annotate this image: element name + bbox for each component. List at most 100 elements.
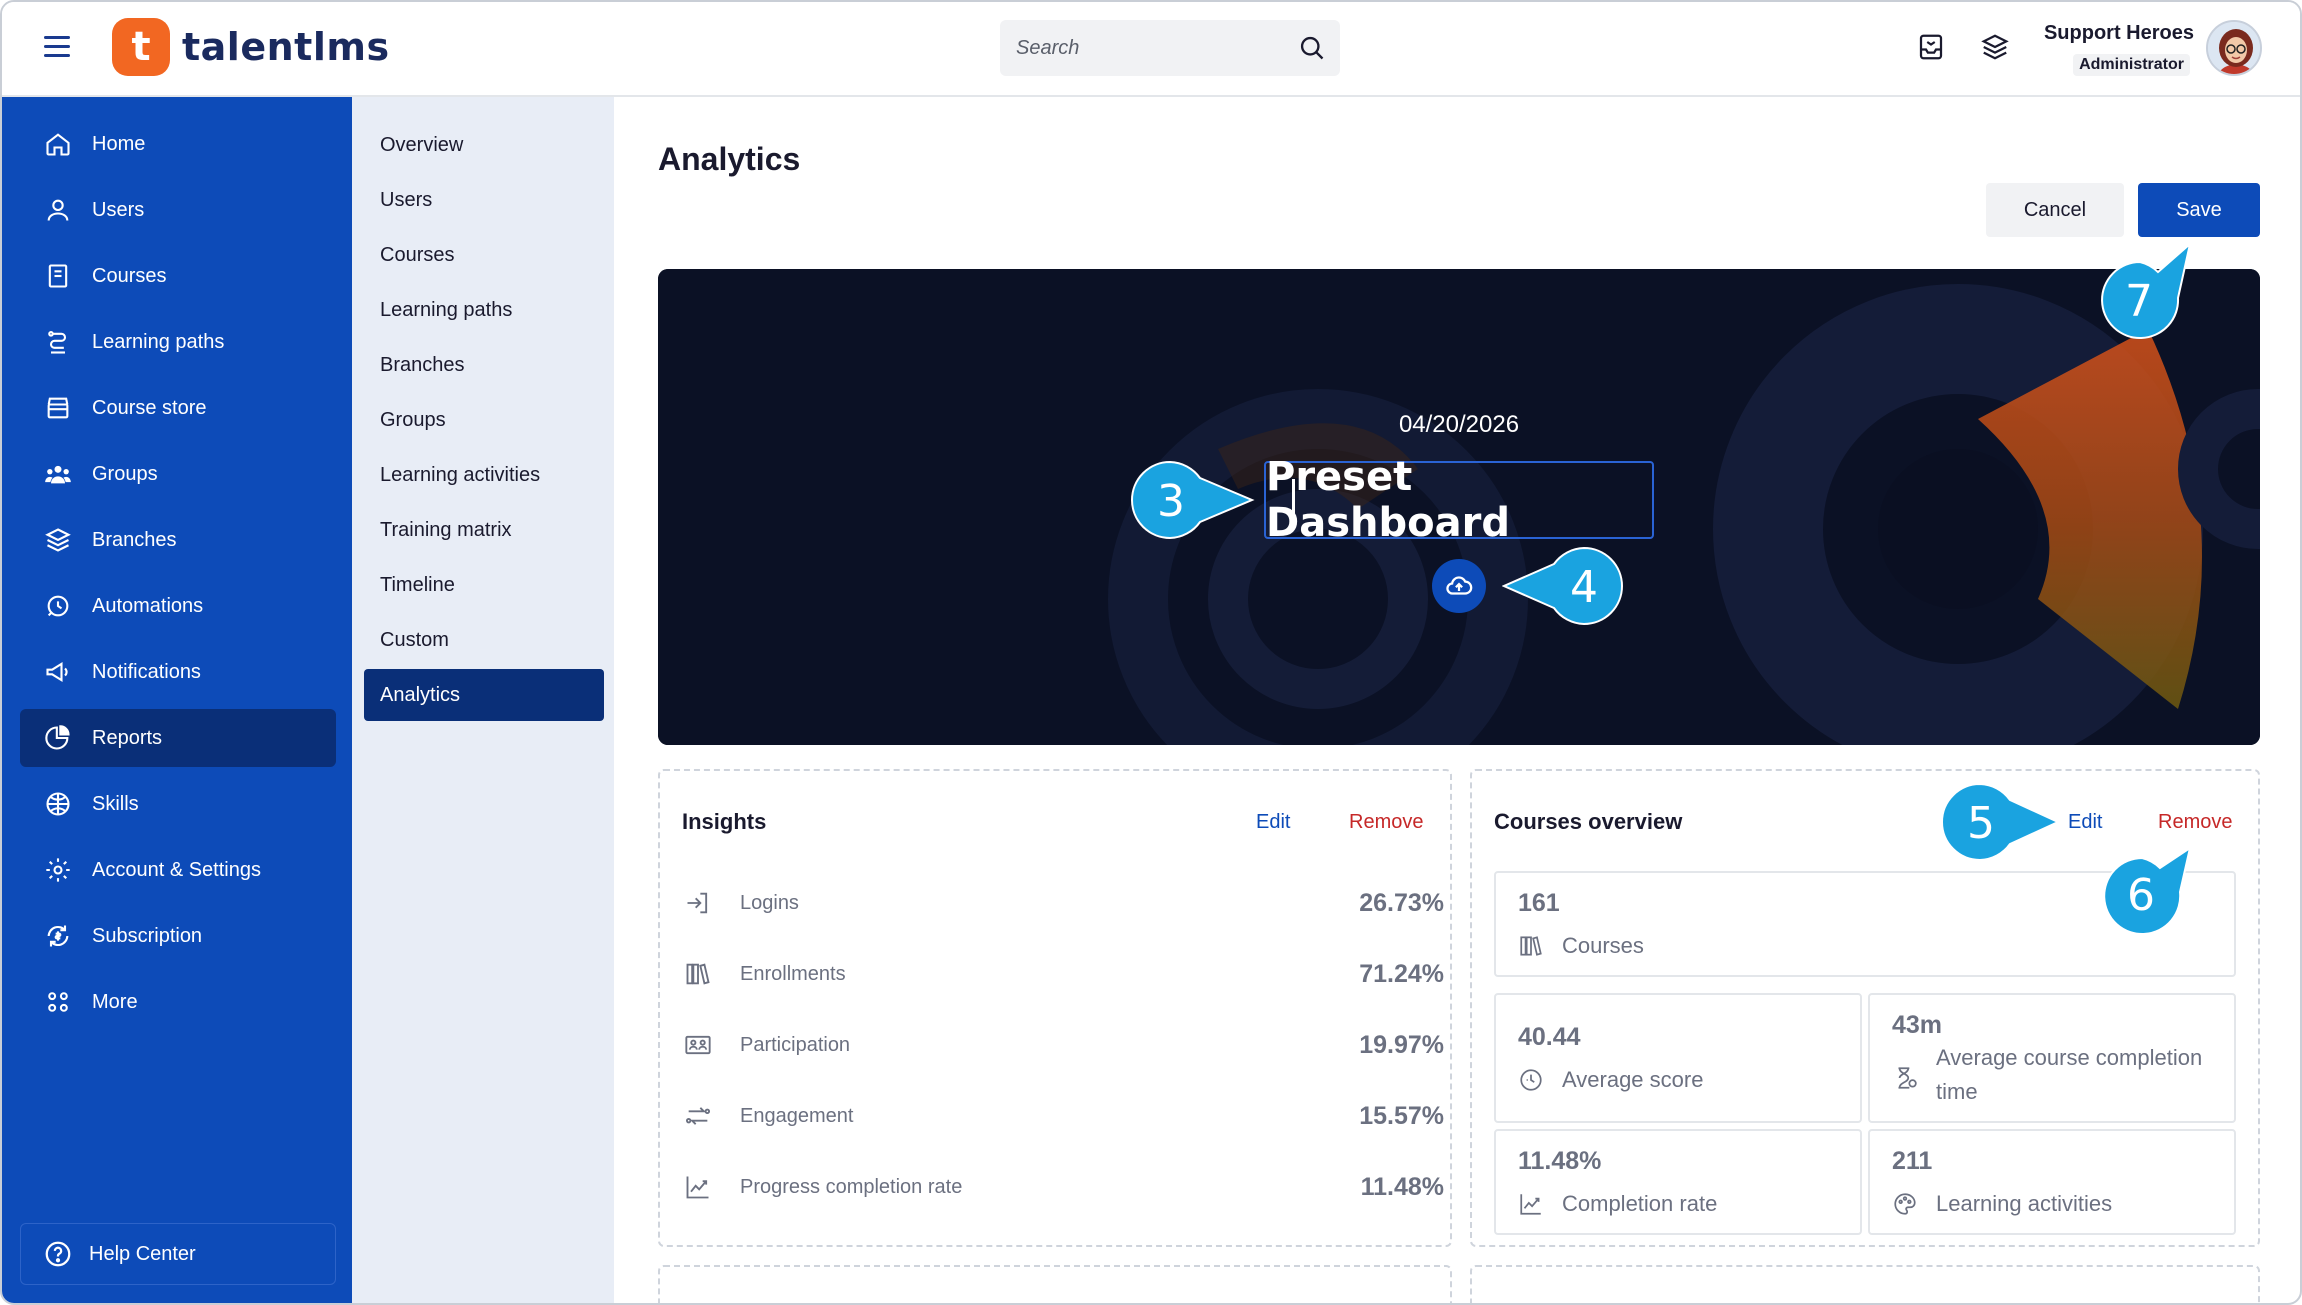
insights-card: Insights Edit Remove Logins 26.73% Enrol… — [658, 769, 1452, 1247]
brand-logo[interactable]: t talentlms — [112, 18, 390, 76]
stat-label: Average course completion time — [1936, 1045, 2203, 1104]
sidebar-item-courses[interactable]: Courses — [20, 247, 336, 305]
sidebar-item-home[interactable]: Home — [20, 115, 336, 173]
user-role: Administrator — [2073, 54, 2190, 76]
menu-icon[interactable] — [44, 36, 70, 58]
avatar-illustration-icon — [2208, 22, 2260, 74]
sidebar-item-skills[interactable]: Skills — [20, 775, 336, 833]
skills-icon — [46, 792, 70, 816]
subnav-item-custom[interactable]: Custom — [364, 614, 604, 666]
stat-value: 11.48% — [1518, 1147, 1602, 1175]
courses-overview-remove-link[interactable]: Remove — [2158, 811, 2232, 834]
sidebar-item-label: Groups — [92, 462, 158, 485]
home-icon — [46, 133, 70, 156]
subnav-item-timeline[interactable]: Timeline — [364, 559, 604, 611]
inbox-icon[interactable] — [1916, 32, 1946, 62]
user-name[interactable]: Support Heroes — [2044, 22, 2194, 45]
search-icon[interactable] — [1298, 34, 1326, 62]
insight-value: 26.73% — [1359, 888, 1444, 917]
upload-cover-button[interactable] — [1432, 559, 1486, 613]
books-icon — [686, 963, 710, 985]
group-icon — [45, 465, 71, 484]
dashboard-title: Preset Dashboard — [1266, 454, 1510, 546]
sidebar-item-learning-paths[interactable]: Learning paths — [20, 313, 336, 371]
palette-icon — [1894, 1193, 1916, 1215]
sidebar-item-label: Course store — [92, 396, 207, 419]
grid-icon — [48, 992, 68, 1012]
courses-overview-edit-link[interactable]: Edit — [2068, 811, 2102, 834]
sidebar-item-label: Subscription — [92, 924, 203, 947]
sidebar-item-subscription[interactable]: Subscription — [20, 907, 336, 965]
subnav-item-branches[interactable]: Branches — [364, 339, 604, 391]
sidebar-item-course-store[interactable]: Course store — [20, 379, 336, 437]
sidebar-item-automations[interactable]: Automations — [20, 577, 336, 635]
hourglass-icon — [1898, 1067, 1917, 1089]
stat-average-score: 40.44 Average score — [1494, 993, 1862, 1123]
subnav-item-courses[interactable]: Courses — [364, 229, 604, 281]
sidebar-item-more[interactable]: More — [20, 973, 336, 1031]
sidebar: Home Users Courses Learning paths Course… — [2, 97, 352, 1303]
insight-label: Logins — [740, 891, 799, 914]
search-input[interactable] — [1016, 36, 1286, 60]
help-center-label: Help Center — [89, 1242, 196, 1265]
banner-date: 04/20/2026 — [1398, 411, 1520, 438]
subnav-item-learning-activities[interactable]: Learning activities — [364, 449, 604, 501]
subnav-item-training-matrix[interactable]: Training matrix — [364, 504, 604, 556]
stat-label: Average score — [1562, 1067, 1704, 1092]
insight-label: Progress completion rate — [740, 1175, 963, 1198]
subnav-item-learning-paths[interactable]: Learning paths — [364, 284, 604, 336]
stat-value: 211 — [1892, 1147, 1933, 1175]
subnav-item-analytics[interactable]: Analytics — [364, 669, 604, 721]
callout-5-label: 5 — [1967, 797, 1995, 849]
path-icon — [48, 331, 67, 354]
help-icon — [45, 1241, 71, 1267]
layers-icon — [45, 528, 71, 552]
stat-label: Completion rate — [1562, 1191, 1718, 1216]
help-center-button[interactable]: Help Center — [20, 1223, 336, 1285]
sidebar-item-groups[interactable]: Groups — [20, 445, 336, 503]
pie-chart-icon — [45, 725, 70, 750]
callout-7-label: 7 — [2125, 275, 2153, 327]
books-icon — [1520, 936, 1542, 956]
main-content: Analytics Cancel Save 04/20/2026 Preset … — [614, 97, 2300, 1303]
sidebar-item-label: Users — [92, 198, 145, 221]
insight-value: 15.57% — [1359, 1101, 1444, 1130]
next-widget-card-right — [1470, 1265, 2260, 1303]
insight-row-participation: Participation 19.97% — [684, 1025, 1444, 1065]
sidebar-item-reports[interactable]: Reports — [20, 709, 336, 767]
stat-learning-activities: 211 Learning activities — [1868, 1129, 2236, 1235]
search-box — [1000, 20, 1340, 76]
callout-3-label: 3 — [1157, 475, 1185, 527]
insight-row-logins: Logins 26.73% — [684, 883, 1444, 923]
sidebar-item-label: Automations — [92, 594, 204, 617]
insight-value: 71.24% — [1359, 959, 1444, 988]
trend-chart-icon — [1520, 1194, 1541, 1215]
insight-value: 19.97% — [1359, 1030, 1444, 1059]
user-icon — [47, 199, 69, 221]
insights-edit-link[interactable]: Edit — [1256, 811, 1290, 834]
insight-label: Engagement — [740, 1104, 854, 1127]
dashboard-title-field[interactable]: Preset Dashboard — [1264, 454, 1654, 546]
megaphone-icon — [46, 661, 68, 683]
sidebar-item-users[interactable]: Users — [20, 181, 336, 239]
login-icon — [687, 892, 708, 914]
subnav-item-groups[interactable]: Groups — [364, 394, 604, 446]
avatar[interactable] — [2206, 20, 2262, 76]
stat-completion-rate: 11.48% Completion rate — [1494, 1129, 1862, 1235]
insight-row-progress-completion: Progress completion rate 11.48% — [684, 1167, 1444, 1207]
sidebar-item-branches[interactable]: Branches — [20, 511, 336, 569]
subnav-item-users[interactable]: Users — [364, 174, 604, 226]
sidebar-item-notifications[interactable]: Notifications — [20, 643, 336, 701]
callout-6-label: 6 — [2127, 869, 2155, 921]
subnav-item-overview[interactable]: Overview — [364, 119, 604, 171]
sidebar-item-label: Learning paths — [92, 330, 225, 353]
insights-remove-link[interactable]: Remove — [1349, 811, 1423, 834]
save-button[interactable]: Save — [2138, 183, 2260, 237]
brand-mark-icon: t — [112, 18, 170, 76]
text-cursor — [1292, 479, 1295, 525]
cloud-upload-icon — [1446, 576, 1473, 595]
insight-value: 11.48% — [1360, 1172, 1444, 1201]
cancel-button[interactable]: Cancel — [1986, 183, 2124, 237]
sidebar-item-account-settings[interactable]: Account & Settings — [20, 841, 336, 899]
courses-stack-icon[interactable] — [1980, 32, 2010, 62]
